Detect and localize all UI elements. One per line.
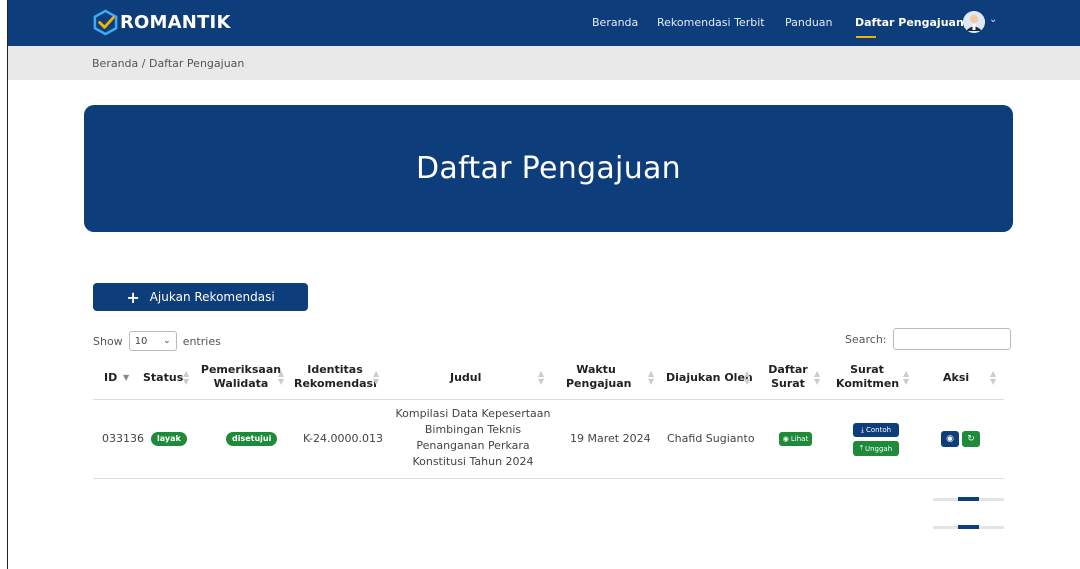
user-avatar-icon xyxy=(963,11,985,33)
search-input[interactable] xyxy=(892,328,1011,350)
column-header-diajukan[interactable]: Diajukan Oleh xyxy=(666,371,753,385)
upload-letter-label: Unggah xyxy=(864,444,893,453)
sort-icon: ▲ ▼ xyxy=(744,369,751,386)
example-letter-button[interactable]: ⤓ Contoh xyxy=(853,423,899,437)
eye-icon: ◉ xyxy=(782,435,789,443)
pagination-active[interactable] xyxy=(958,525,979,529)
sort-icon: ▲ ▼ xyxy=(990,369,997,386)
brand-logo[interactable]: ROMANTIK xyxy=(92,9,231,36)
column-header-label: Rekomendasi xyxy=(294,377,377,390)
column-header-surat-komitmen[interactable]: Surat Komitmen xyxy=(836,363,900,391)
sort-icon: ▼ xyxy=(123,373,130,382)
cell-id: 033136 xyxy=(102,432,144,445)
column-header-label: Status xyxy=(143,371,184,384)
sort-icon: ▲ ▼ xyxy=(373,369,380,386)
sort-icon: ▲ ▼ xyxy=(648,369,655,386)
column-header-label: Judul xyxy=(450,371,482,384)
chevron-down-icon: ⌄ xyxy=(163,336,171,346)
entries-control: Show 10 ⌄ entries xyxy=(93,331,221,351)
example-letter-label: Contoh xyxy=(866,426,892,434)
column-header-label: Aksi xyxy=(943,371,970,384)
judul-line: Penanganan Perkara xyxy=(416,439,530,452)
column-header-label: Surat xyxy=(850,363,884,376)
cell-identitas: K-24.0000.013 xyxy=(303,432,384,445)
upload-letter-button[interactable]: ⤒ Unggah xyxy=(853,441,899,456)
column-header-label: Waktu xyxy=(576,363,616,376)
pagination-active[interactable] xyxy=(958,497,979,501)
column-header-identitas[interactable]: Identitas Rekomendasi xyxy=(294,363,377,391)
sort-icon: ▲ ▼ xyxy=(278,369,285,386)
logo-icon xyxy=(93,9,118,36)
column-header-label: Surat xyxy=(771,377,805,390)
nav-item-rekomendasi-terbit[interactable]: Rekomendasi Terbit xyxy=(657,16,765,29)
column-header-status[interactable]: Status xyxy=(143,371,183,385)
page-hero: Daftar Pengajuan xyxy=(84,105,1013,232)
table-header-divider xyxy=(93,399,1004,400)
view-letter-label: Lihat xyxy=(790,435,809,443)
table-row-divider xyxy=(93,478,1004,479)
upload-icon: ⤒ xyxy=(859,444,863,452)
nav-active-indicator xyxy=(856,36,876,38)
show-label: Show xyxy=(93,334,123,348)
refresh-icon: ↻ xyxy=(967,434,975,444)
judul-line: Bimbingan Teknis xyxy=(424,423,522,436)
breadcrumb: Beranda / Daftar Pengajuan xyxy=(92,57,245,70)
column-header-id[interactable]: ID xyxy=(104,371,117,385)
column-header-aksi[interactable]: Aksi xyxy=(943,371,969,385)
column-header-pemeriksaan[interactable]: Pemeriksaan Walidata xyxy=(198,363,284,391)
judul-line: Kompilasi Data Kepesertaan xyxy=(395,407,551,420)
status-badge: layak xyxy=(151,432,187,446)
add-recommendation-label: Ajukan Rekomendasi xyxy=(149,290,275,304)
column-header-waktu[interactable]: Waktu Pengajuan xyxy=(566,363,632,391)
column-header-label: Walidata xyxy=(213,377,269,390)
column-header-judul[interactable]: Judul xyxy=(450,371,481,385)
nav-item-daftar-pengajuan[interactable]: Daftar Pengajuan xyxy=(855,16,964,29)
cell-diajukan-oleh: Chafid Sugianto xyxy=(667,432,755,445)
download-icon: ⤓ xyxy=(860,425,865,434)
column-header-label: Komitmen xyxy=(836,377,900,390)
column-header-label: Identitas xyxy=(307,363,363,376)
entries-value: 10 xyxy=(134,335,148,347)
user-avatar[interactable] xyxy=(963,11,985,33)
cell-waktu: 19 Maret 2024 xyxy=(570,432,651,445)
sort-icon: ▲ ▼ xyxy=(538,369,545,386)
column-header-label: ID xyxy=(104,371,118,384)
judul-line: Konstitusi Tahun 2024 xyxy=(412,455,534,468)
add-recommendation-button[interactable]: + Ajukan Rekomendasi xyxy=(93,283,308,311)
column-header-daftar-surat[interactable]: Daftar Surat xyxy=(768,363,808,391)
column-header-label: Pengajuan xyxy=(566,377,632,390)
column-header-label: Daftar xyxy=(768,363,808,376)
chevron-down-icon[interactable]: ⌄ xyxy=(989,14,997,25)
page-title: Daftar Pengajuan xyxy=(416,151,681,186)
sort-icon: ▲ ▼ xyxy=(814,369,821,386)
cell-judul: Kompilasi Data Kepesertaan Bimbingan Tek… xyxy=(393,406,553,470)
view-letter-button[interactable]: ◉ Lihat xyxy=(779,432,812,446)
search-label: Search: xyxy=(845,332,887,346)
entries-label: entries xyxy=(182,334,221,348)
sort-icon: ▲ ▼ xyxy=(903,369,910,386)
breadcrumb-bar: Beranda / Daftar Pengajuan xyxy=(8,46,1080,80)
brand-name: ROMANTIK xyxy=(120,12,231,33)
pemeriksaan-badge: disetujui xyxy=(226,432,278,446)
refresh-button[interactable]: ↻ xyxy=(962,431,980,447)
view-button[interactable]: ◉ xyxy=(941,431,959,447)
search-control: Search: xyxy=(845,328,1011,350)
column-header-label: Pemeriksaan xyxy=(200,363,282,376)
column-header-label: Diajukan Oleh xyxy=(666,371,753,384)
entries-select[interactable]: 10 ⌄ xyxy=(128,331,177,351)
nav-item-beranda[interactable]: Beranda xyxy=(592,16,638,29)
window-left-edge xyxy=(0,0,8,569)
nav-item-panduan[interactable]: Panduan xyxy=(785,16,833,29)
sort-icon: ▲ ▼ xyxy=(183,369,190,386)
eye-icon: ◉ xyxy=(946,434,954,444)
plus-icon: + xyxy=(126,287,140,307)
